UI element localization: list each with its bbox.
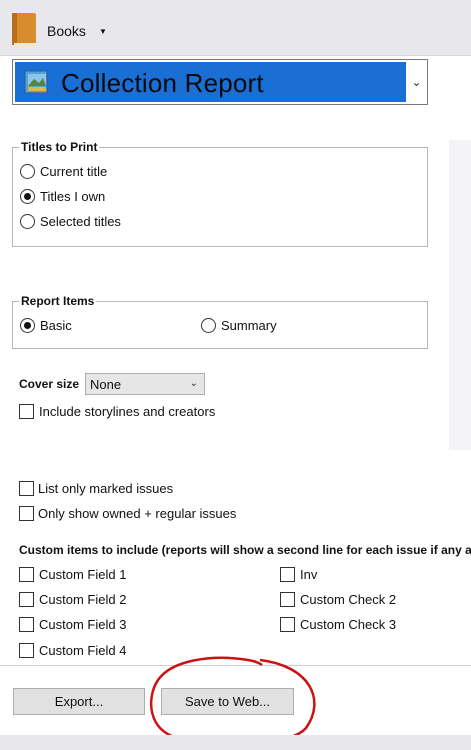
label-include-storylines[interactable]: Include storylines and creators (39, 404, 215, 419)
cover-size-value: None (90, 377, 122, 392)
label-current-title[interactable]: Current title (40, 164, 107, 179)
radio-summary[interactable] (201, 318, 216, 333)
label-custom-field-3[interactable]: Custom Field 3 (39, 617, 126, 632)
checkbox-custom-field-2[interactable] (19, 592, 34, 607)
chevron-down-icon: ⌄ (189, 378, 198, 389)
checkbox-custom-field-3[interactable] (19, 617, 34, 632)
cover-size-dropdown[interactable]: None ⌄ (85, 373, 205, 395)
label-custom-field-1[interactable]: Custom Field 1 (39, 567, 126, 582)
report-items-group: Report Items (12, 294, 428, 349)
radio-titles-i-own[interactable] (20, 189, 35, 204)
radio-selected-titles[interactable] (20, 214, 35, 229)
checkbox-custom-field-4[interactable] (19, 643, 34, 658)
checkbox-only-owned[interactable] (19, 506, 34, 521)
titles-to-print-heading: Titles to Print (19, 140, 100, 154)
report-title: Collection Report (61, 68, 264, 98)
checkbox-custom-check-3[interactable] (280, 617, 295, 632)
radio-current-title[interactable] (20, 164, 35, 179)
book-icon[interactable] (12, 13, 38, 47)
export-button[interactable]: Export... (13, 688, 145, 715)
label-custom-check-2[interactable]: Custom Check 2 (300, 592, 396, 607)
preview-strip (449, 140, 471, 450)
checkbox-inv[interactable] (280, 567, 295, 582)
app-name[interactable]: Books (47, 23, 86, 39)
label-titles-i-own[interactable]: Titles I own (40, 189, 105, 204)
checkbox-include-storylines[interactable] (19, 404, 34, 419)
label-custom-field-4[interactable]: Custom Field 4 (39, 643, 126, 658)
label-custom-field-2[interactable]: Custom Field 2 (39, 592, 126, 607)
label-selected-titles[interactable]: Selected titles (40, 214, 121, 229)
report-type-select[interactable]: Collection Report ⌄ (12, 59, 428, 105)
label-list-marked[interactable]: List only marked issues (38, 481, 173, 496)
custom-items-heading: Custom items to include (reports will sh… (19, 543, 471, 557)
label-basic[interactable]: Basic (40, 318, 72, 333)
chevron-down-icon[interactable]: ⌄ (406, 60, 427, 104)
report-icon (24, 70, 48, 94)
label-only-owned[interactable]: Only show owned + regular issues (38, 506, 236, 521)
app-header: Books ▼ (0, 0, 471, 56)
label-inv[interactable]: Inv (300, 567, 317, 582)
label-custom-check-3[interactable]: Custom Check 3 (300, 617, 396, 632)
checkbox-custom-check-2[interactable] (280, 592, 295, 607)
cover-size-label: Cover size (19, 377, 80, 391)
checkbox-list-marked[interactable] (19, 481, 34, 496)
bottom-bar (0, 735, 471, 750)
caret-down-icon[interactable]: ▼ (99, 27, 107, 36)
label-summary[interactable]: Summary (221, 318, 277, 333)
radio-basic[interactable] (20, 318, 35, 333)
checkbox-custom-field-1[interactable] (19, 567, 34, 582)
report-type-selected[interactable]: Collection Report (15, 62, 406, 102)
report-items-heading: Report Items (19, 294, 97, 308)
